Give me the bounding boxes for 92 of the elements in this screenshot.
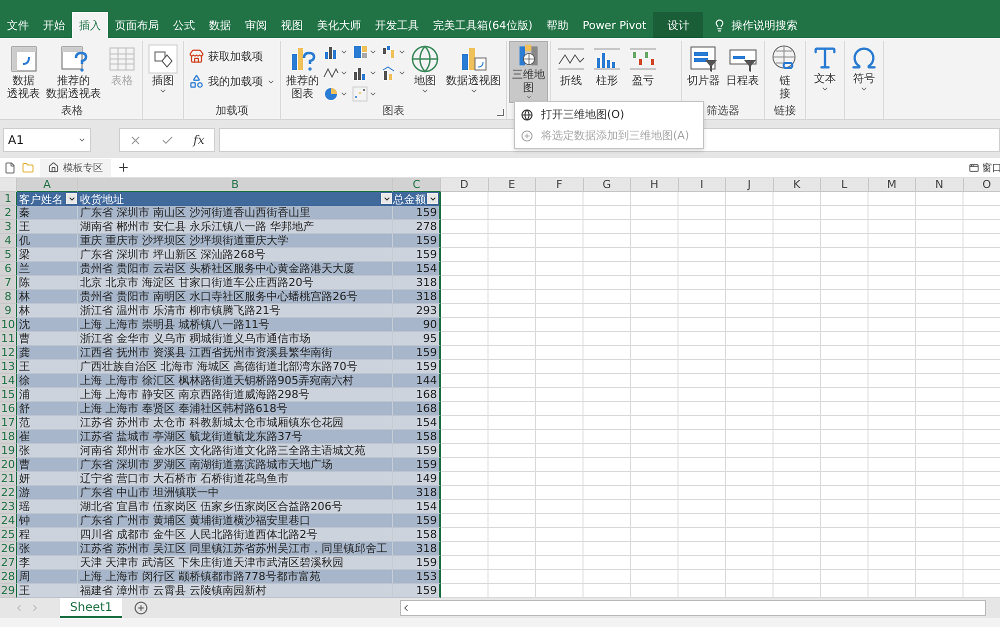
table-cell: 159 (393, 458, 441, 472)
table-cell: 北京 北京市 海淀区 甘家口街道车公庄西路20号 (78, 276, 393, 290)
table-cell: 上海 上海市 奉贤区 奉浦社区韩村路618号 (78, 402, 393, 416)
table-cell: 范 (17, 416, 78, 430)
table-cell: 贵州省 贵阳市 南明区 水口寺社区服务中心蟠桃宫路26号 (78, 290, 393, 304)
table-header-cell: 总金额 (393, 192, 441, 206)
table-cell: 程 (17, 528, 78, 542)
table-cell: 149 (393, 472, 441, 486)
table-cell: 游 (17, 486, 78, 500)
table-cell: 318 (393, 290, 441, 304)
table-cell: 159 (393, 556, 441, 570)
table-cell: 仉 (17, 234, 78, 248)
table-cell: 湖北省 宜昌市 伍家岗区 伍家乡伍家岗区合益路206号 (78, 500, 393, 514)
table-cell: 钟 (17, 514, 78, 528)
table-cell: 福建省 漳州市 云霄县 云陵镇南园新村 (78, 584, 393, 598)
table-cell: 梁 (17, 248, 78, 262)
table-cell: 293 (393, 304, 441, 318)
table-cell: 318 (393, 486, 441, 500)
table-cell: 辽宁省 营口市 大石桥市 石桥街道花鸟鱼市 (78, 472, 393, 486)
table-cell: 王 (17, 360, 78, 374)
table-cell: 张 (17, 444, 78, 458)
table-cell: 158 (393, 528, 441, 542)
table-cell: 159 (393, 584, 441, 598)
table-cell: 159 (393, 346, 441, 360)
table-header-cell: 客户姓名 (17, 192, 78, 206)
table-cell: 95 (393, 332, 441, 346)
group-label: 链接 (774, 103, 796, 119)
table-cell: 158 (393, 430, 441, 444)
table-cell: 江西省 抚州市 资溪县 江西省抚州市资溪县繁华南街 (78, 346, 393, 360)
table-cell: 广西壮族自治区 北海市 海城区 高德街道北部湾东路70号 (78, 360, 393, 374)
table-cell: 瑶 (17, 500, 78, 514)
table-cell: 154 (393, 416, 441, 430)
table-cell: 天津 天津市 武清区 下朱庄街道天津市武清区碧溪秋园 (78, 556, 393, 570)
table-cell: 重庆 重庆市 沙坪坝区 沙坪坝街道重庆大学 (78, 234, 393, 248)
group-label: 图表 (382, 103, 404, 119)
table-cell: 153 (393, 570, 441, 584)
table-cell: 广东省 深圳市 南山区 沙河街道香山西街香山里 (78, 206, 393, 220)
table-cell: 278 (393, 220, 441, 234)
table-cell: 159 (393, 514, 441, 528)
table-cell: 浙江省 金华市 义乌市 稠城街道义乌市通信市场 (78, 332, 393, 346)
table-cell: 陈 (17, 276, 78, 290)
table-cell: 沈 (17, 318, 78, 332)
table-cell: 妍 (17, 472, 78, 486)
table-cell: 159 (393, 444, 441, 458)
table-cell: 318 (393, 276, 441, 290)
table-cell: 江苏省 苏州市 太仓市 科教新城太仓市城厢镇东仓花园 (78, 416, 393, 430)
table-cell: 154 (393, 500, 441, 514)
table-cell: 159 (393, 234, 441, 248)
table-cell: 浦 (17, 388, 78, 402)
table-cell: 168 (393, 402, 441, 416)
table-cell: 周 (17, 570, 78, 584)
table-cell: 广东省 深圳市 坪山新区 深汕路268号 (78, 248, 393, 262)
table-cell: 河南省 郑州市 金水区 文化路街道文化路三全路主语城文苑 (78, 444, 393, 458)
table-cell: 江苏省 苏州市 吴江区 同里镇江苏省苏州吴江市，同里镇邱舍工 (78, 542, 393, 556)
table-cell: 李 (17, 556, 78, 570)
table-cell: 林 (17, 304, 78, 318)
table-cell: 上海 上海市 崇明县 城桥镇八一路11号 (78, 318, 393, 332)
table-cell: 王 (17, 584, 78, 598)
table-cell: 广东省 深圳市 罗湖区 南湖街道嘉滨路城市天地广场 (78, 458, 393, 472)
table-cell: 王 (17, 220, 78, 234)
table-cell: 林 (17, 290, 78, 304)
table-cell: 144 (393, 374, 441, 388)
table-cell: 秦 (17, 206, 78, 220)
table-cell: 贵州省 贵阳市 云岩区 头桥社区服务中心黄金路港天大厦 (78, 262, 393, 276)
table-cell: 159 (393, 360, 441, 374)
table-cell: 广东省 中山市 坦洲镇联一中 (78, 486, 393, 500)
table-cell: 168 (393, 388, 441, 402)
table-cell: 154 (393, 262, 441, 276)
table-cell: 舒 (17, 402, 78, 416)
table-cell: 159 (393, 206, 441, 220)
group-label: 筛选器 (706, 103, 740, 119)
table-cell: 四川省 成都市 金牛区 人民北路街道西体北路2号 (78, 528, 393, 542)
table-cell: 崔 (17, 430, 78, 444)
table-cell: 湖南省 郴州市 安仁县 永乐江镇八一路 华邦地产 (78, 220, 393, 234)
table-header-cell: 收货地址 (78, 192, 393, 206)
table-cell: 龚 (17, 346, 78, 360)
table-cell: 广东省 广州市 黄埔区 黄埔街道横沙福安里巷口 (78, 514, 393, 528)
group-label: 加载项 (216, 103, 248, 119)
table-cell: 90 (393, 318, 441, 332)
table-cell: 张 (17, 542, 78, 556)
table-cell: 曹 (17, 458, 78, 472)
group-label: 表格 (61, 103, 83, 119)
table-cell: 浙江省 温州市 乐清市 柳市镇腾飞路21号 (78, 304, 393, 318)
table-cell: 徐 (17, 374, 78, 388)
table-cell: 上海 上海市 闵行区 颛桥镇都市路778号都市富苑 (78, 570, 393, 584)
table-cell: 兰 (17, 262, 78, 276)
table-cell: 曹 (17, 332, 78, 346)
table-cell: 159 (393, 248, 441, 262)
table-cell: 上海 上海市 徐汇区 枫林路街道天钥桥路905弄宛南六村 (78, 374, 393, 388)
table-cell: 江苏省 盐城市 亭湖区 毓龙街道毓龙东路37号 (78, 430, 393, 444)
table-cell: 318 (393, 542, 441, 556)
table-cell: 上海 上海市 静安区 南京西路街道威海路298号 (78, 388, 393, 402)
